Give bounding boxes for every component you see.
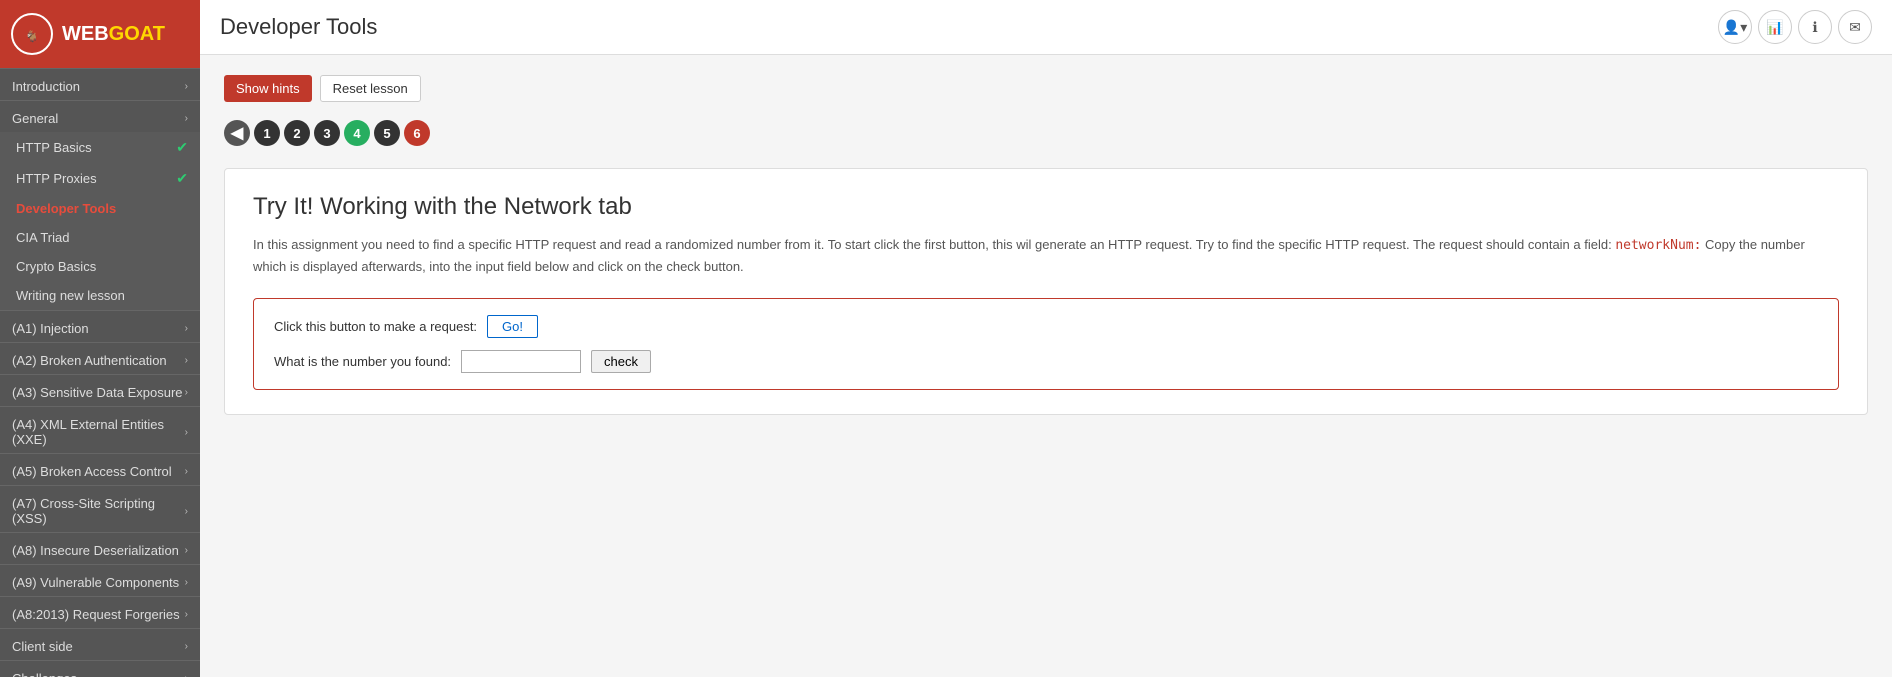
sidebar-section-a1-injection[interactable]: (A1) Injection› (0, 310, 200, 342)
sidebar-section-a3-sensitive[interactable]: (A3) Sensitive Data Exposure› (0, 374, 200, 406)
challenges-chevron: › (185, 673, 188, 677)
show-hints-button[interactable]: Show hints (224, 75, 312, 102)
sidebar-section-challenges[interactable]: Challenges› (0, 660, 200, 677)
pagination-page-2[interactable]: 2 (284, 120, 310, 146)
logo-web: WEB (62, 23, 109, 45)
sidebar-section-client-side[interactable]: Client side› (0, 628, 200, 660)
sidebar-section-a9-vulnerable[interactable]: (A9) Vulnerable Components› (0, 564, 200, 596)
sidebar-general[interactable]: General › (0, 100, 200, 132)
sidebar: 🐐 WEBGOAT Introduction › General › HTTP … (0, 0, 200, 677)
a8-2013-forgeries-chevron: › (185, 609, 188, 620)
check-icon-http-basics: ✔ (176, 139, 188, 156)
a3-sensitive-chevron: › (185, 387, 188, 398)
logo-goat: GOAT (109, 23, 165, 45)
mail-icon-button[interactable]: ✉ (1838, 10, 1872, 44)
introduction-chevron: › (185, 81, 188, 92)
content-area: Show hints Reset lesson ◀ 123456 Try It!… (200, 55, 1892, 677)
a7-xss-chevron: › (185, 506, 188, 517)
pagination-page-5[interactable]: 5 (374, 120, 400, 146)
pagination-prev[interactable]: ◀ (224, 120, 250, 146)
sidebar-section-a5-access-control[interactable]: (A5) Broken Access Control› (0, 453, 200, 485)
sidebar-item-writing-new-lesson[interactable]: Writing new lesson (0, 281, 200, 310)
sidebar-item-http-proxies[interactable]: HTTP Proxies✔ (0, 163, 200, 194)
network-num-highlight: networkNum: (1615, 238, 1701, 253)
page-title: Developer Tools (220, 14, 377, 40)
found-label: What is the number you found: (274, 354, 451, 369)
pagination-page-6[interactable]: 6 (404, 120, 430, 146)
topbar: Developer Tools 👤▾ 📊 ℹ ✉ (200, 0, 1892, 55)
a5-access-control-chevron: › (185, 466, 188, 477)
sidebar-section-a8-2013-forgeries[interactable]: (A8:2013) Request Forgeries› (0, 596, 200, 628)
pagination: ◀ 123456 (224, 120, 1868, 146)
a8-deserialization-chevron: › (185, 545, 188, 556)
user-icon-button[interactable]: 👤▾ (1718, 10, 1752, 44)
sidebar-item-http-basics[interactable]: HTTP Basics✔ (0, 132, 200, 163)
pagination-page-1[interactable]: 1 (254, 120, 280, 146)
go-button[interactable]: Go! (487, 315, 538, 338)
sidebar-item-developer-tools[interactable]: Developer Tools (0, 194, 200, 223)
number-input[interactable] (461, 350, 581, 373)
general-chevron: › (185, 113, 188, 124)
svg-text:🐐: 🐐 (25, 30, 39, 43)
exercise-box: Click this button to make a request: Go!… (253, 298, 1839, 390)
chart-icon-button[interactable]: 📊 (1758, 10, 1792, 44)
sidebar-section-a4-xxe[interactable]: (A4) XML External Entities (XXE)› (0, 406, 200, 453)
lesson-box: Try It! Working with the Network tab In … (224, 168, 1868, 415)
pagination-page-3[interactable]: 3 (314, 120, 340, 146)
general-items: HTTP Basics✔HTTP Proxies✔Developer Tools… (0, 132, 200, 310)
a2-broken-auth-chevron: › (185, 355, 188, 366)
topbar-icons: 👤▾ 📊 ℹ ✉ (1718, 10, 1872, 44)
pagination-page-4[interactable]: 4 (344, 120, 370, 146)
lesson-title: Try It! Working with the Network tab (253, 193, 1839, 221)
sidebar-section-a7-xss[interactable]: (A7) Cross-Site Scripting (XSS)› (0, 485, 200, 532)
client-side-chevron: › (185, 641, 188, 652)
webgoat-logo-icon: 🐐 (10, 12, 54, 56)
sidebar-sections: (A1) Injection›(A2) Broken Authenticatio… (0, 310, 200, 677)
click-label: Click this button to make a request: (274, 319, 477, 334)
a1-injection-chevron: › (185, 323, 188, 334)
check-button[interactable]: check (591, 350, 651, 373)
sidebar-item-crypto-basics[interactable]: Crypto Basics (0, 252, 200, 281)
sidebar-introduction[interactable]: Introduction › (0, 68, 200, 100)
lesson-desc-before: In this assignment you need to find a sp… (253, 237, 1612, 252)
reset-lesson-button[interactable]: Reset lesson (320, 75, 421, 102)
lesson-description: In this assignment you need to find a sp… (253, 235, 1839, 278)
exercise-row-check: What is the number you found: check (274, 350, 1818, 373)
a4-xxe-chevron: › (185, 427, 188, 438)
sidebar-item-cia-triad[interactable]: CIA Triad (0, 223, 200, 252)
sidebar-section-a8-deserialization[interactable]: (A8) Insecure Deserialization› (0, 532, 200, 564)
main-content: Developer Tools 👤▾ 📊 ℹ ✉ Show hints Rese… (200, 0, 1892, 677)
sidebar-logo-text: WEBGOAT (62, 23, 165, 46)
action-bar: Show hints Reset lesson (224, 75, 1868, 102)
exercise-row-go: Click this button to make a request: Go! (274, 315, 1818, 338)
check-icon-http-proxies: ✔ (176, 170, 188, 187)
sidebar-logo[interactable]: 🐐 WEBGOAT (0, 0, 200, 68)
sidebar-section-a2-broken-auth[interactable]: (A2) Broken Authentication› (0, 342, 200, 374)
info-icon-button[interactable]: ℹ (1798, 10, 1832, 44)
a9-vulnerable-chevron: › (185, 577, 188, 588)
